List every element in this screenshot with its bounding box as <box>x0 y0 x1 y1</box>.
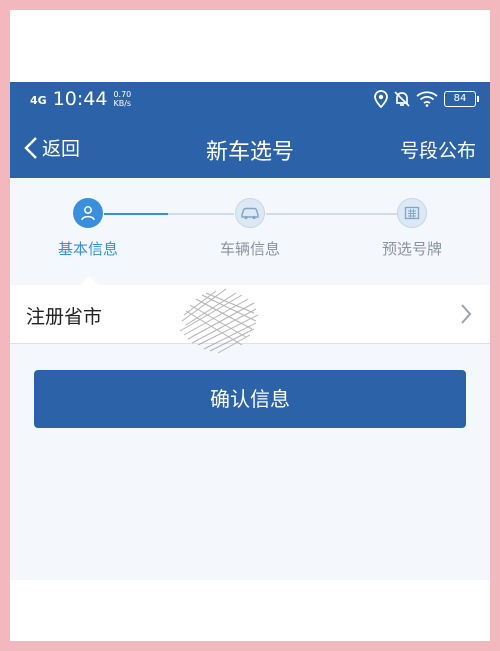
user-icon <box>81 206 95 221</box>
step-circle-active <box>73 198 103 228</box>
registration-province-label: 注册省市 <box>26 306 103 328</box>
redaction-scribble <box>179 288 259 354</box>
step-circle <box>235 198 265 228</box>
chevron-right-icon <box>461 304 472 324</box>
car-icon <box>241 207 259 220</box>
network-speed-unit: KB/s <box>113 99 132 108</box>
confirm-info-button[interactable]: 确认信息 <box>34 370 466 428</box>
nav-bar: 返回 新车选号 号段公布 <box>10 118 490 178</box>
status-bar: 4G 10:44 0.70 KB/s 84 <box>10 82 490 118</box>
step-vehicle-info: 车辆信息 <box>200 198 300 259</box>
active-step-pointer <box>80 276 98 285</box>
step-basic-info: 基本信息 <box>38 198 138 259</box>
step-label: 车辆信息 <box>219 240 280 258</box>
mute-bell-icon <box>394 91 410 107</box>
registration-province-row[interactable]: 注册省市 <box>10 285 490 354</box>
phone-screen: 4G 10:44 0.70 KB/s 84 返回 新车选号 号段公布 基本信息 … <box>10 10 490 641</box>
main-content: 基本信息 车辆信息 预选号牌 注册省市 确认信息 <box>10 178 490 580</box>
number-segment-announcement-link[interactable]: 号段公布 <box>400 136 476 163</box>
step-label: 预选号牌 <box>381 240 442 258</box>
location-icon <box>374 90 388 108</box>
clock: 10:44 <box>52 88 108 110</box>
network-speed: 0.70 KB/s <box>113 90 131 108</box>
battery-indicator: 84 <box>444 91 479 107</box>
progress-stepper: 基本信息 车辆信息 预选号牌 <box>10 178 490 286</box>
plate-icon <box>404 206 420 220</box>
wifi-icon <box>416 91 438 107</box>
signal-indicator: 4G <box>30 94 47 107</box>
step-circle <box>397 198 427 228</box>
step-plate-selection: 预选号牌 <box>362 198 462 259</box>
network-speed-value: 0.70 <box>113 90 132 99</box>
step-label: 基本信息 <box>57 240 118 258</box>
